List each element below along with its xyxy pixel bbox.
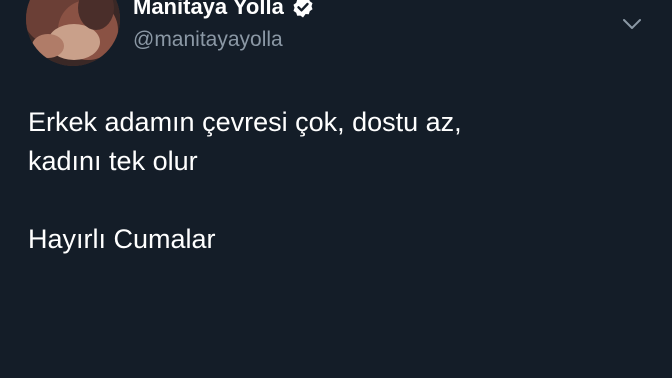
avatar[interactable]: [26, 0, 120, 66]
verified-badge-icon: [291, 0, 315, 19]
chevron-down-icon[interactable]: [620, 12, 644, 36]
author-name[interactable]: Manitaya Yolla: [133, 0, 315, 20]
author-handle[interactable]: @manitayayolla: [133, 28, 283, 52]
tweet-text: Erkek adamın çevresi çok, dostu az, kadı…: [28, 107, 462, 254]
author-name-text[interactable]: Manitaya Yolla: [133, 0, 284, 20]
tweet-card: Manitaya Yolla @manitayayolla Erkek adam…: [0, 0, 672, 378]
